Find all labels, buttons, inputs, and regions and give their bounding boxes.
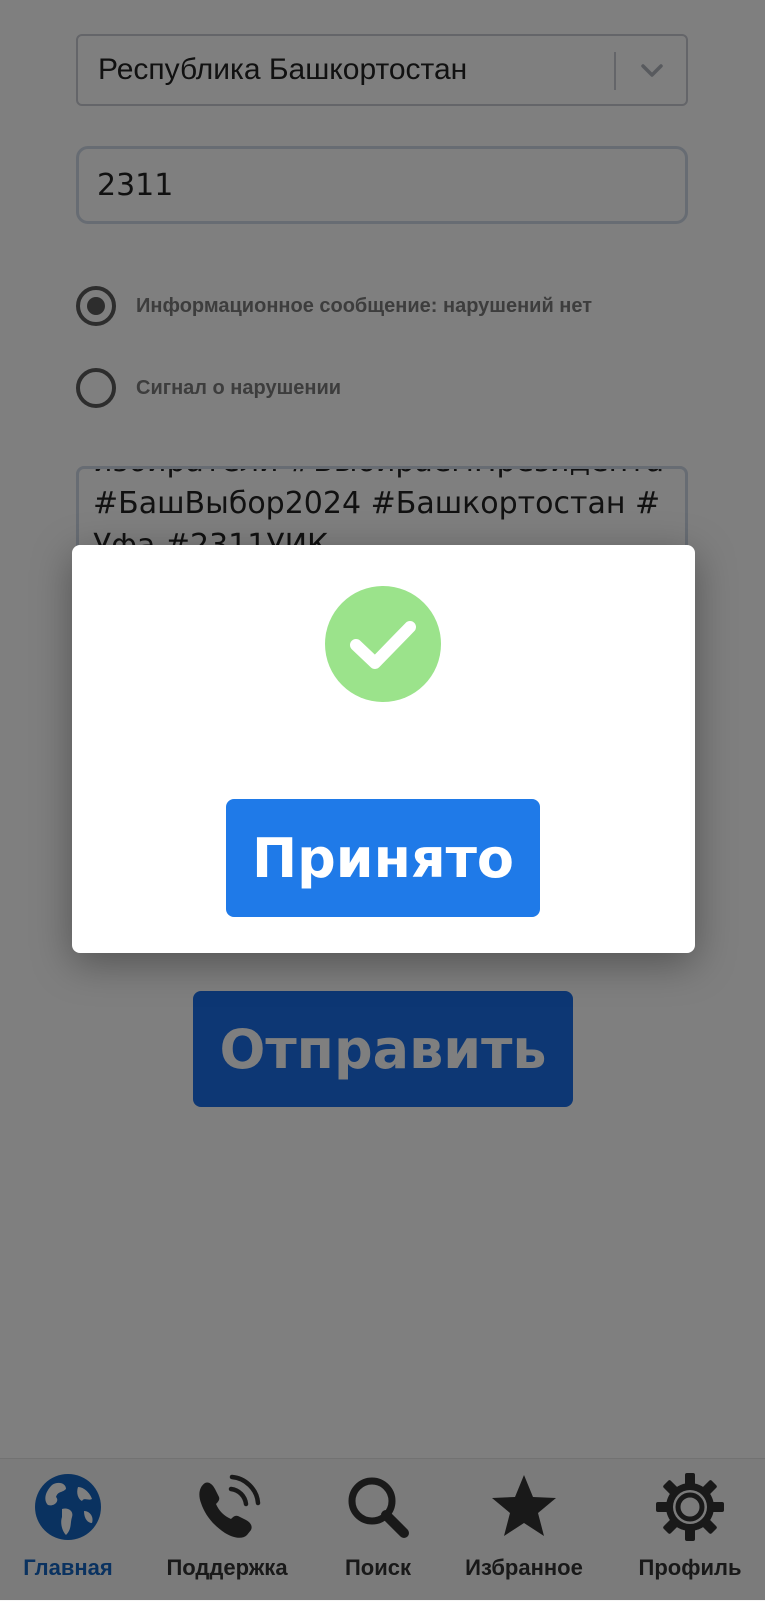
accept-button[interactable]: Принято	[226, 799, 540, 917]
check-circle-icon	[325, 586, 441, 702]
success-dialog: Принято	[72, 545, 695, 953]
